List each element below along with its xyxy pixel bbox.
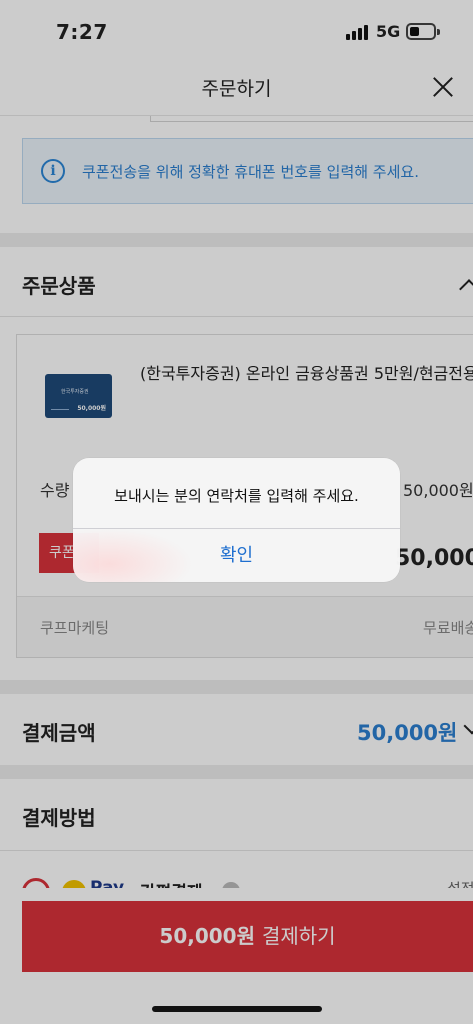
home-indicator xyxy=(152,1006,322,1012)
alert-dialog: 보내시는 분의 연락처를 입력해 주세요. 확인 xyxy=(73,458,400,582)
alert-message: 보내시는 분의 연락처를 입력해 주세요. xyxy=(114,487,359,505)
confirm-button[interactable]: 확인 xyxy=(73,529,400,582)
order-page: 7:27 5G 주문하기 i 쿠폰전송을 위해 정확한 휴대폰 번호를 입력해 … xyxy=(0,0,473,1024)
